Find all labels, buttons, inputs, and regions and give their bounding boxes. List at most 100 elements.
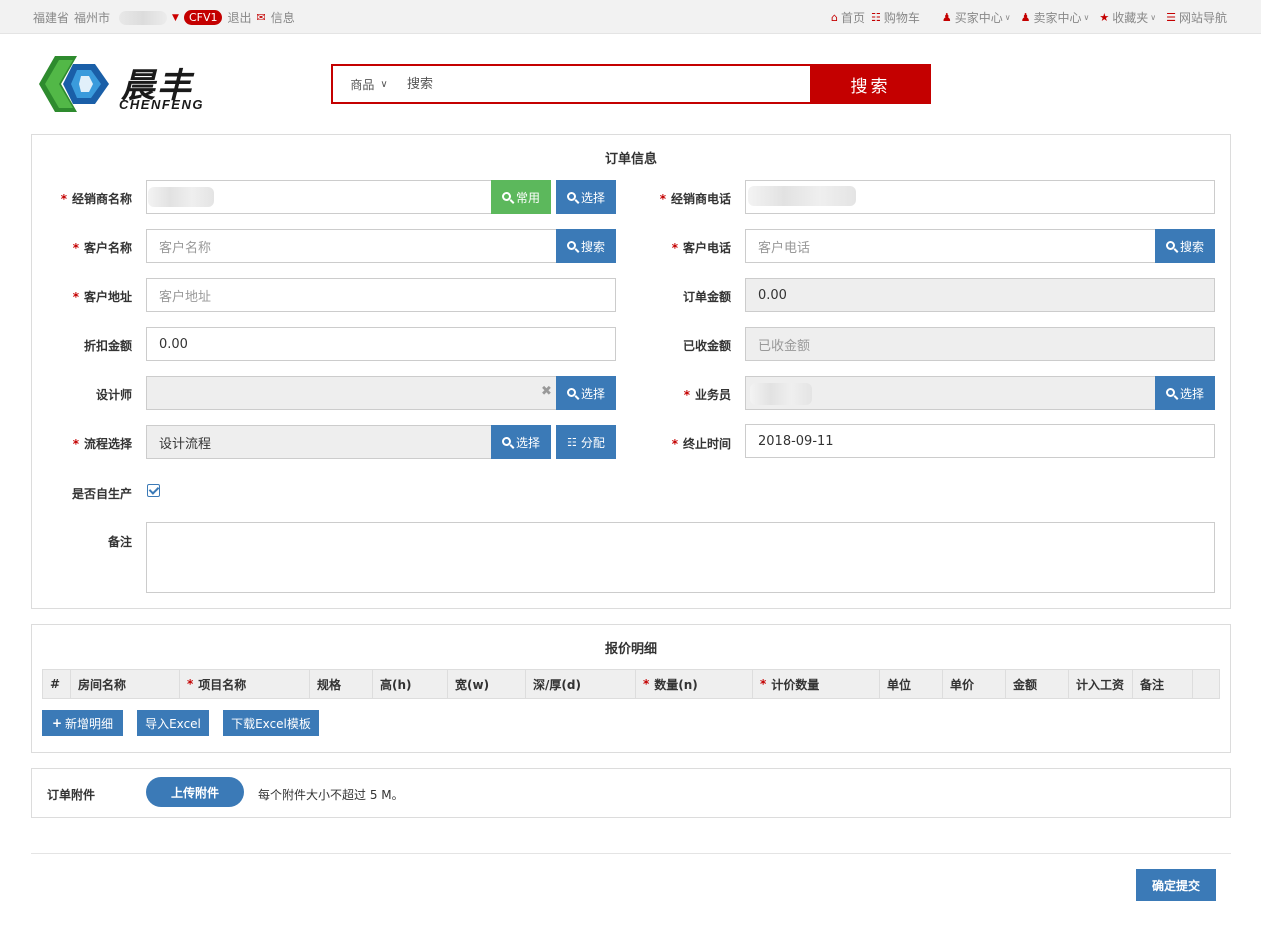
search-customer-phone-button[interactable]: 搜索	[1155, 229, 1215, 263]
process-field[interactable]: 设计流程	[146, 425, 492, 459]
column-header: 规格	[310, 670, 373, 698]
quote-detail-panel: 报价明细 # 房间名称 * 项目名称 规格 高(h) 宽(w) 深/厚(d) * 数…	[31, 624, 1231, 753]
search-icon	[566, 240, 576, 250]
add-detail-button[interactable]: + 新增明细	[42, 710, 123, 736]
column-header: 单价	[943, 670, 1006, 698]
select-designer-button[interactable]: 选择	[556, 376, 616, 410]
remark-label: 备注	[107, 535, 132, 549]
customer-name-input[interactable]: 客户名称	[146, 229, 557, 263]
cart-icon: ☷	[870, 11, 881, 24]
user-icon: ♟	[941, 11, 952, 24]
discount-amount-label: 折扣金额	[83, 339, 132, 353]
discount-amount-input[interactable]: 0.00	[146, 327, 616, 361]
top-bar: 福建省 福州市 ▼ CFV1 退出 ✉ 信息 ⌂ 首页 ☷ 购物车 ♟ 买家中心…	[0, 0, 1261, 34]
search-icon	[566, 387, 576, 397]
chevron-down-icon: ∨	[1150, 13, 1157, 22]
order-info-panel: 订单信息 * 经销商名称 常用 选择 * 经销商电话 * 客户名称 客户名称 搜索 *…	[31, 134, 1231, 609]
received-amount-field: 已收金额	[745, 327, 1215, 361]
select-dealer-button[interactable]: 选择	[556, 180, 616, 214]
received-amount-label: 已收金额	[682, 339, 731, 353]
top-link-buyer-center[interactable]: ♟ 买家中心 ∨	[942, 9, 1011, 26]
attachment-label: 订单附件	[47, 788, 96, 802]
column-header: 高(h)	[373, 670, 448, 698]
select-salesman-button[interactable]: 选择	[1155, 376, 1215, 410]
user-badge: CFV1	[183, 10, 223, 25]
search-bar: 商品 ∨ 搜索	[331, 64, 931, 104]
attachment-hint: 每个附件大小不超过 5 M。	[258, 788, 404, 802]
designer-field[interactable]	[146, 376, 557, 410]
column-header: 金额	[1006, 670, 1069, 698]
panel-title: 订单信息	[604, 152, 657, 167]
logout-link[interactable]: 退出	[227, 9, 251, 26]
top-link-seller-center[interactable]: ♟ 卖家中心 ∨	[1021, 9, 1090, 26]
clear-icon[interactable]: ✖	[541, 384, 552, 399]
column-header: 宽(w)	[448, 670, 526, 698]
dealer-name-label: * 经销商名称	[60, 192, 132, 206]
select-process-button[interactable]: 选择	[491, 425, 551, 459]
download-template-button[interactable]: 下载Excel模板	[223, 710, 319, 736]
column-header: 计入工资	[1069, 670, 1133, 698]
username-avatar[interactable]	[119, 10, 168, 25]
redacted-value	[750, 383, 812, 405]
search-button[interactable]: 搜索	[810, 64, 931, 104]
customer-address-input[interactable]: 客户地址	[146, 278, 616, 312]
divider	[31, 853, 1231, 854]
customer-address-label: * 客户地址	[72, 290, 132, 304]
sitemap-icon: ☷	[567, 435, 577, 449]
logo-mark-icon	[39, 56, 109, 112]
process-select-label: * 流程选择	[72, 437, 132, 451]
chevron-down-icon: ∨	[380, 78, 388, 90]
search-category-label: 商品	[350, 77, 375, 92]
column-header: * 计价数量	[753, 670, 880, 698]
upload-attachment-button[interactable]: 上传附件	[146, 777, 244, 807]
redacted-value	[148, 187, 214, 207]
assign-button[interactable]: ☷ 分配	[556, 425, 616, 459]
top-link-cart[interactable]: ☷ 购物车	[871, 9, 920, 26]
remark-textarea[interactable]	[146, 522, 1215, 593]
chevron-down-icon[interactable]: ▼	[172, 13, 179, 23]
logo[interactable]: 晨丰 CHENFENG	[33, 48, 228, 122]
dealer-phone-label: * 经销商电话	[659, 192, 731, 206]
self-produce-label: 是否自生产	[71, 487, 132, 501]
top-link-label: 买家中心	[954, 11, 1003, 25]
top-link-label: 收藏夹	[1112, 11, 1149, 25]
search-icon	[566, 191, 576, 201]
search-category-select[interactable]: 商品 ∨	[333, 66, 405, 102]
top-link-label: 网站导航	[1178, 11, 1227, 25]
home-icon: ⌂	[830, 11, 838, 24]
customer-phone-input[interactable]: 客户电话	[745, 229, 1156, 263]
end-time-input[interactable]: 2018-09-11	[745, 424, 1215, 458]
column-header: #	[43, 670, 71, 698]
column-header: * 项目名称	[180, 670, 310, 698]
envelope-icon: ✉	[256, 11, 266, 24]
column-header: 房间名称	[71, 670, 180, 698]
column-header: * 数量(n)	[636, 670, 753, 698]
order-amount-field: 0.00	[745, 278, 1215, 312]
top-link-home[interactable]: ⌂ 首页	[831, 9, 865, 26]
import-excel-button[interactable]: 导入Excel	[137, 710, 209, 736]
search-customer-button[interactable]: 搜索	[556, 229, 616, 263]
customer-name-label: * 客户名称	[72, 241, 132, 255]
panel-title: 报价明细	[604, 642, 657, 657]
search-input[interactable]	[405, 66, 810, 102]
top-bar-right: ⌂ 首页 ☷ 购物车 ♟ 买家中心 ∨ ♟ 卖家中心 ∨ ★ 收藏夹 ∨ ☰ 网…	[821, 9, 1227, 26]
chevron-down-icon: ∨	[1083, 13, 1090, 22]
column-header: 单位	[880, 670, 943, 698]
designer-label: 设计师	[95, 388, 132, 402]
attachment-panel: 订单附件 上传附件 每个附件大小不超过 5 M。	[31, 768, 1231, 818]
top-link-label: 首页	[840, 11, 865, 25]
search-icon	[1165, 387, 1175, 397]
logo-text-en: CHENFENG	[119, 97, 204, 112]
top-link-favorites[interactable]: ★ 收藏夹 ∨	[1099, 9, 1156, 26]
submit-button[interactable]: 确定提交	[1136, 869, 1216, 901]
star-icon: ★	[1099, 11, 1110, 24]
message-link[interactable]: 信息	[271, 9, 295, 26]
customer-phone-label: * 客户电话	[671, 241, 731, 255]
province-link[interactable]: 福建省	[33, 9, 69, 26]
self-produce-checkbox[interactable]	[147, 484, 160, 497]
common-dealer-button[interactable]: 常用	[491, 180, 551, 214]
city-link[interactable]: 福州市	[74, 9, 110, 26]
top-link-site-nav[interactable]: ☰ 网站导航	[1166, 9, 1227, 26]
search-icon	[501, 436, 511, 446]
top-bar-left: 福建省 福州市 ▼ CFV1 退出 ✉ 信息	[33, 9, 300, 26]
